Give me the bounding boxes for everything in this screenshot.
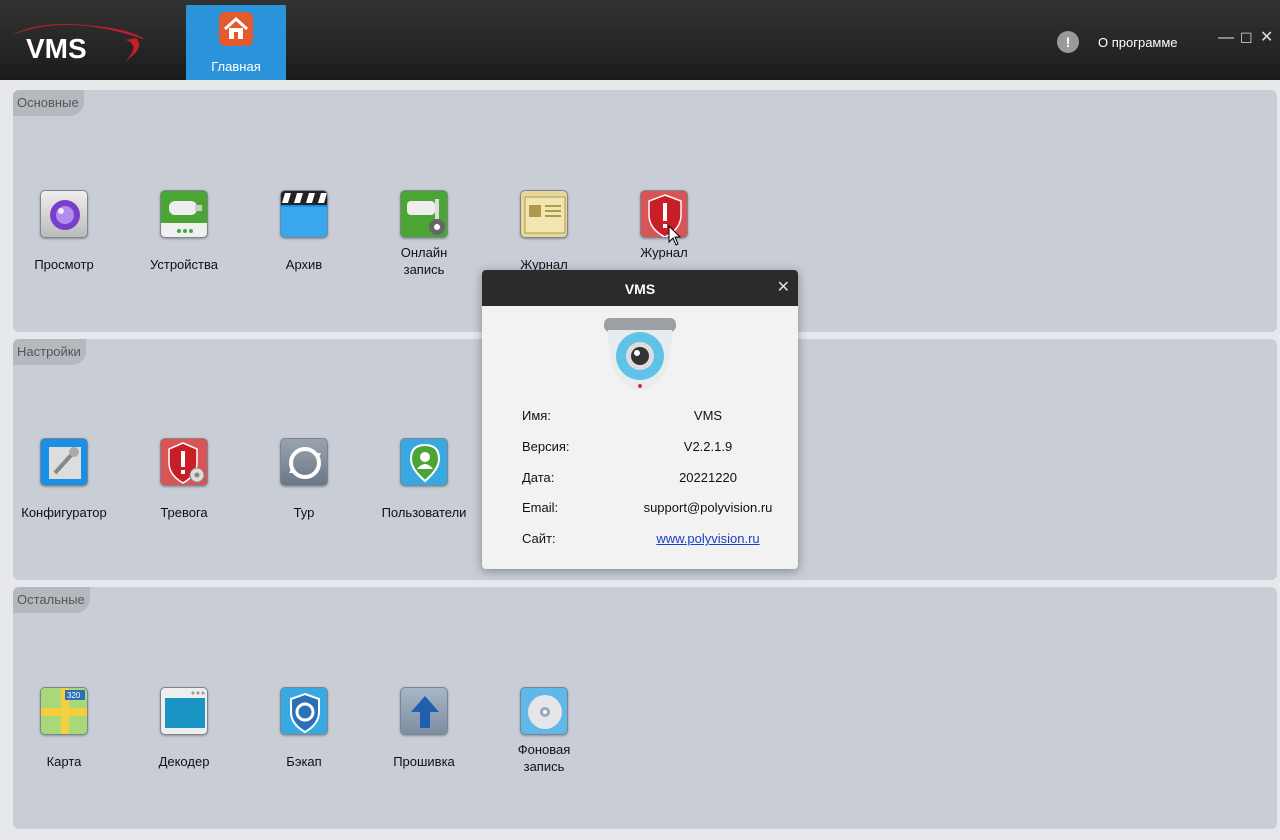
tour-icon xyxy=(280,438,328,486)
tile-users[interactable]: Пользователи xyxy=(369,438,479,521)
tile-label: Пользователи xyxy=(381,505,467,520)
maximize-button[interactable]: ☐ xyxy=(1240,28,1253,48)
info-value: VMS xyxy=(693,408,723,423)
section-settings-title: Настройки xyxy=(13,339,86,365)
tile-label: Декодер xyxy=(158,754,210,769)
title-bar: VMS Главная ! О программе — ☐ ✕ xyxy=(0,0,1280,80)
info-value: 20221220 xyxy=(679,470,737,485)
home-icon xyxy=(219,12,253,46)
backup-icon xyxy=(280,687,328,735)
info-value: V2.2.1.9 xyxy=(683,439,733,454)
close-window-button[interactable]: ✕ xyxy=(1260,28,1273,48)
tile-decoder[interactable]: Декодер xyxy=(129,687,239,770)
info-key: Сайт: xyxy=(522,531,556,546)
info-key: Имя: xyxy=(522,408,551,423)
about-button[interactable]: О программе xyxy=(1098,35,1178,50)
tile-firmware[interactable]: Прошивка xyxy=(369,687,479,770)
info-key: Email: xyxy=(522,500,559,515)
tile-label: Онлайн запись xyxy=(400,245,448,277)
tile-label: Просмотр xyxy=(34,257,94,272)
tile-label: Журнал тревог xyxy=(640,245,688,266)
camera-icon xyxy=(604,318,676,390)
about-dialog: VMS ✕ Имя: VMS Версия: V2.2.1.9 Дата: 20… xyxy=(482,270,798,569)
vms-logo: VMS xyxy=(10,24,146,64)
config-icon xyxy=(40,438,88,486)
tile-label: Фоновая запись xyxy=(517,742,571,774)
tile-view[interactable]: Просмотр xyxy=(9,190,119,273)
tile-backup[interactable]: Бэкап xyxy=(249,687,359,770)
tile-label: Устройства xyxy=(149,257,218,272)
dialog-title: VMS xyxy=(482,270,798,306)
tile-label: Конфигуратор xyxy=(21,505,107,520)
tab-home-label: Главная xyxy=(211,59,261,74)
info-value: support@polyvision.ru xyxy=(643,500,773,515)
tile-label: Бэкап xyxy=(286,754,322,769)
dialog-close-button[interactable]: ✕ xyxy=(777,278,790,298)
minimize-button[interactable]: — xyxy=(1218,28,1234,48)
tile-map[interactable]: 320 Карта xyxy=(9,687,119,770)
section-basic-title: Основные xyxy=(13,90,84,116)
tile-background-record[interactable]: Фоновая запись xyxy=(489,687,599,775)
tile-label: Тревога xyxy=(160,505,208,520)
tile-archive[interactable]: Архив xyxy=(249,190,359,273)
tile-online-record[interactable]: Онлайн запись xyxy=(369,190,479,278)
mouse-cursor-icon xyxy=(668,225,682,246)
archive-icon xyxy=(280,190,328,238)
section-other: Остальные 320 Карта Декодер Бэкап Прошив… xyxy=(13,587,1277,829)
tile-config[interactable]: Конфигуратор xyxy=(9,438,119,521)
tile-alarm-log[interactable]: Журнал тревог xyxy=(609,190,719,266)
users-icon xyxy=(400,438,448,486)
online-record-icon xyxy=(400,190,448,238)
info-key: Дата: xyxy=(522,470,555,485)
svg-text:320: 320 xyxy=(67,691,81,700)
svg-text:VMS: VMS xyxy=(26,33,87,64)
map-icon: 320 xyxy=(40,687,88,735)
background-record-icon xyxy=(520,687,568,735)
site-link[interactable]: www.polyvision.ru xyxy=(592,531,798,546)
tile-tour[interactable]: Тур xyxy=(249,438,359,521)
tile-log[interactable]: Журнал xyxy=(489,190,599,273)
tile-label: Тур xyxy=(293,505,315,520)
log-icon xyxy=(520,190,568,238)
tab-home[interactable]: Главная xyxy=(186,5,286,80)
alarm-icon xyxy=(160,438,208,486)
tile-devices[interactable]: Устройства xyxy=(129,190,239,273)
tile-label: Прошивка xyxy=(393,754,455,769)
tile-label: Архив xyxy=(285,257,323,272)
decoder-icon xyxy=(160,687,208,735)
info-key: Версия: xyxy=(522,439,570,454)
tile-label: Карта xyxy=(46,754,82,769)
devices-icon xyxy=(160,190,208,238)
info-icon[interactable]: ! xyxy=(1057,31,1079,53)
section-other-title: Остальные xyxy=(13,587,90,613)
view-icon xyxy=(40,190,88,238)
firmware-icon xyxy=(400,687,448,735)
tile-alarm[interactable]: Тревога xyxy=(129,438,239,521)
